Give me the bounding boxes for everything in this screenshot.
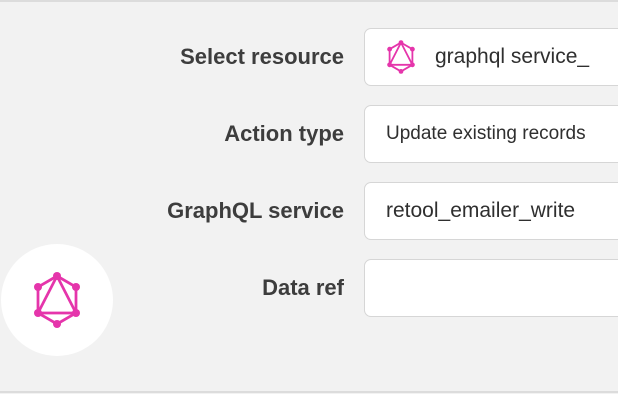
select-resource-dropdown[interactable]: graphql service_ bbox=[364, 28, 618, 86]
graphql-service-input[interactable]: retool_emailer_write bbox=[364, 182, 618, 240]
data-ref-input[interactable] bbox=[364, 259, 618, 317]
select-resource-label: Select resource bbox=[180, 44, 344, 69]
data-ref-label: Data ref bbox=[262, 275, 344, 300]
graphql-service-label: GraphQL service bbox=[167, 198, 344, 223]
bottom-divider bbox=[0, 391, 618, 393]
graphql-icon bbox=[34, 272, 80, 328]
graphql-icon bbox=[386, 40, 416, 74]
action-type-label: Action type bbox=[224, 121, 344, 146]
action-type-dropdown[interactable]: Update existing records bbox=[364, 105, 618, 163]
select-resource-value: graphql service_ bbox=[435, 45, 590, 68]
graphql-service-value: retool_emailer_write bbox=[386, 199, 576, 222]
resource-form: Select resource graphql service_ Action … bbox=[0, 0, 618, 394]
graphql-logo-badge bbox=[1, 244, 113, 356]
action-type-value: Update existing records bbox=[386, 123, 586, 144]
top-divider bbox=[0, 0, 618, 2]
